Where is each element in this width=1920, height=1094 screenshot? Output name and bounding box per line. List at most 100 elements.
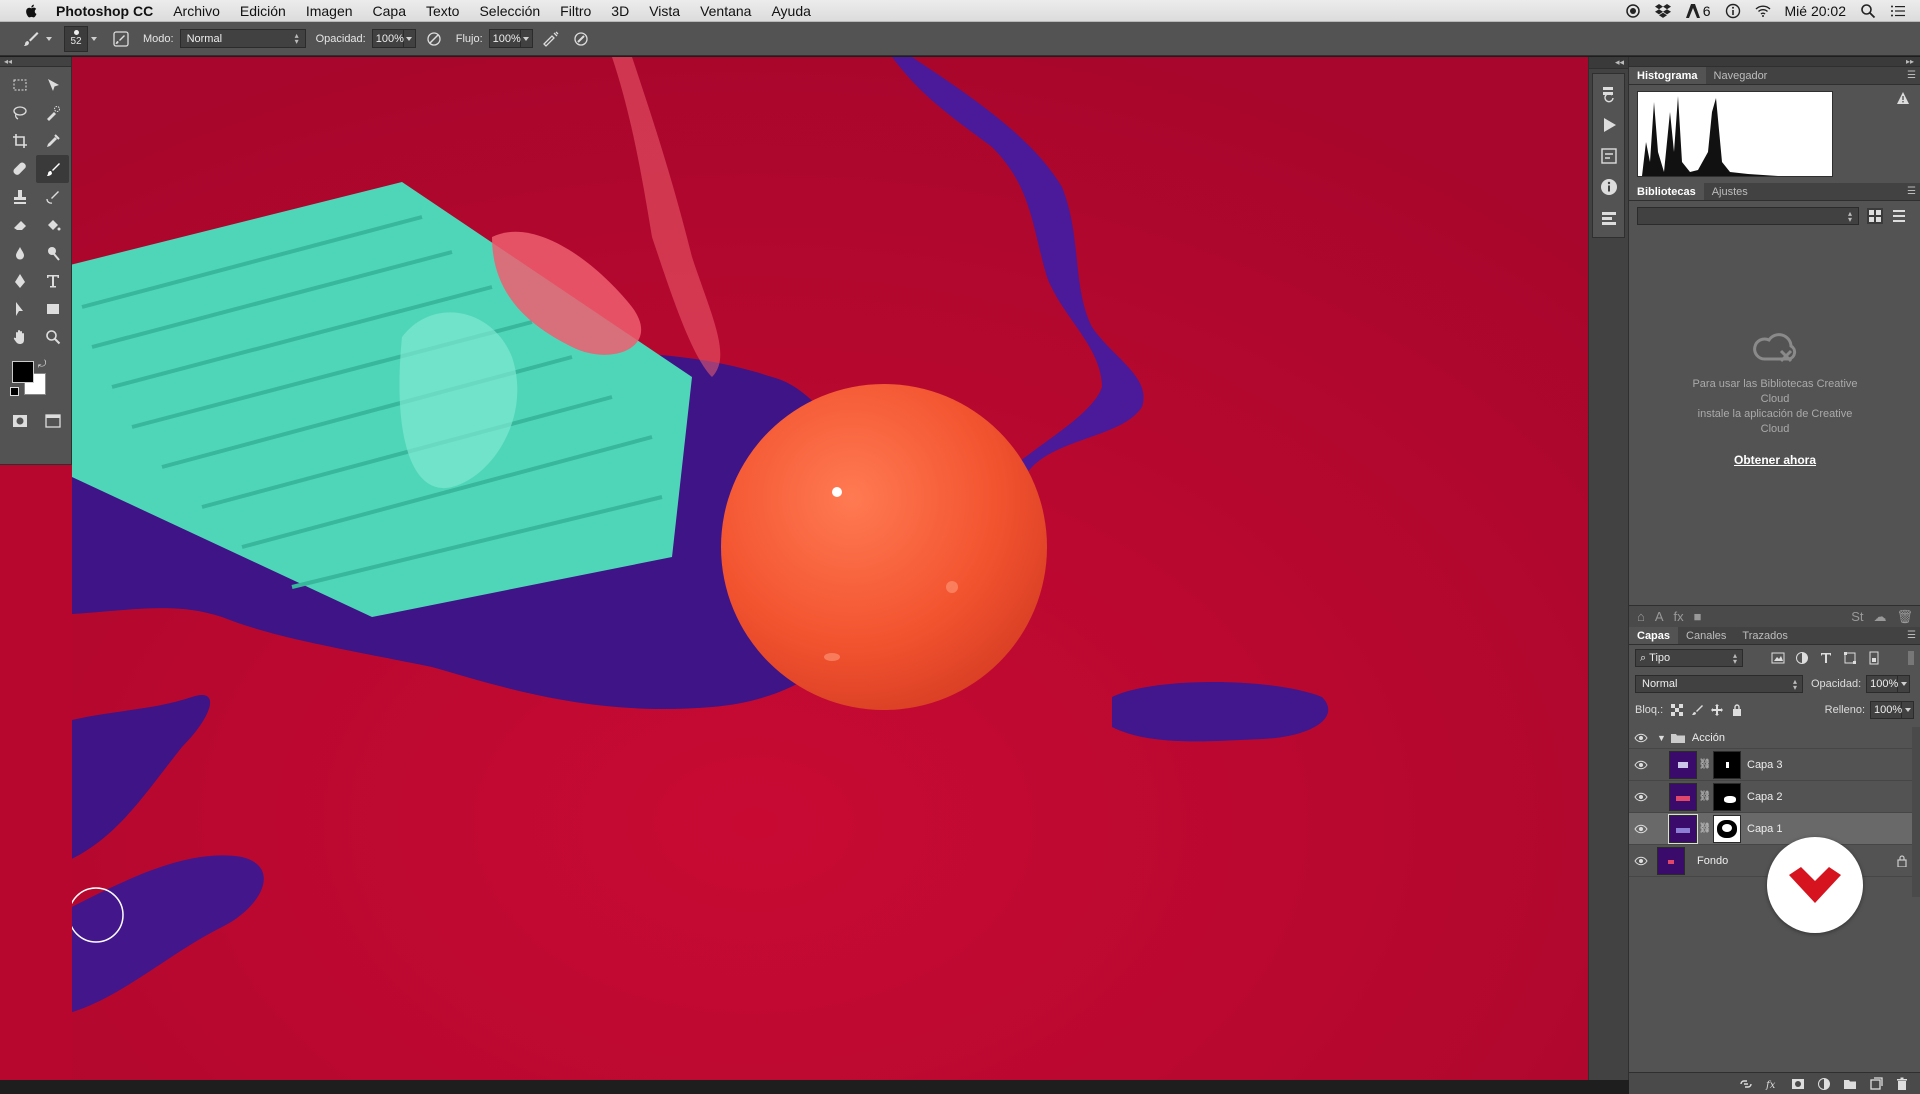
visibility-eye-icon[interactable] bbox=[1629, 792, 1653, 802]
visibility-eye-icon[interactable] bbox=[1629, 856, 1653, 866]
quick-selection-tool[interactable] bbox=[36, 99, 69, 127]
foreground-color-swatch[interactable] bbox=[12, 361, 34, 383]
fill-slider-toggle[interactable] bbox=[1902, 701, 1914, 719]
layer-row-capa-3[interactable]: ⛓ Capa 3 bbox=[1629, 749, 1920, 781]
type-tool[interactable] bbox=[36, 267, 69, 295]
library-select[interactable]: ▴ ▾ bbox=[1637, 207, 1859, 225]
record-icon[interactable] bbox=[1625, 3, 1641, 19]
add-color-icon[interactable]: ■ bbox=[1694, 609, 1702, 624]
apple-icon[interactable] bbox=[20, 4, 42, 18]
layer-thumbnail[interactable] bbox=[1669, 750, 1697, 779]
zoom-tool[interactable] bbox=[36, 323, 69, 351]
menu-texto[interactable]: Texto bbox=[426, 3, 459, 19]
layer-row-capa-1[interactable]: ⛓ Capa 1 bbox=[1629, 813, 1920, 845]
panel-dock-grip[interactable]: ▸▸ bbox=[1629, 57, 1920, 67]
menu-ayuda[interactable]: Ayuda bbox=[771, 3, 810, 19]
airbrush-button[interactable] bbox=[539, 27, 563, 51]
adobe-cc-status[interactable]: 6 bbox=[1685, 3, 1711, 19]
tab-histograma[interactable]: Histograma bbox=[1629, 67, 1706, 84]
visibility-eye-icon[interactable] bbox=[1629, 760, 1653, 770]
type-layer-filter-icon[interactable] bbox=[1819, 651, 1833, 665]
dodge-tool[interactable] bbox=[36, 239, 69, 267]
paint-bucket-tool[interactable] bbox=[36, 211, 69, 239]
screen-mode-toggle[interactable] bbox=[36, 407, 69, 435]
link-chain-icon[interactable]: ⛓ bbox=[1699, 791, 1712, 802]
brush-tool[interactable] bbox=[36, 155, 69, 183]
layer-row-capa-2[interactable]: ⛓ Capa 2 bbox=[1629, 781, 1920, 813]
clone-stamp-tool[interactable] bbox=[3, 183, 36, 211]
layer-thumbnail[interactable] bbox=[1669, 782, 1697, 811]
menu-3d[interactable]: 3D bbox=[611, 3, 629, 19]
mode-select[interactable]: Normal ▴ ▾ bbox=[179, 29, 306, 48]
sync-icon[interactable]: ☁ bbox=[1873, 609, 1886, 625]
link-chain-icon[interactable]: ⛓ bbox=[1699, 823, 1712, 834]
actions-panel-button[interactable] bbox=[1593, 109, 1624, 140]
panel-menu-icon[interactable]: ☰ bbox=[1907, 630, 1916, 641]
visibility-eye-icon[interactable] bbox=[1629, 824, 1653, 834]
new-adjustment-layer-icon[interactable] bbox=[1817, 1077, 1831, 1091]
layer-opacity-input[interactable]: 100% bbox=[1866, 675, 1898, 693]
warning-icon[interactable] bbox=[1896, 91, 1910, 105]
layer-mask-thumbnail[interactable] bbox=[1713, 750, 1741, 779]
add-character-style-icon[interactable]: A bbox=[1655, 609, 1664, 624]
flow-input[interactable]: 100% bbox=[488, 29, 521, 48]
hand-tool[interactable] bbox=[3, 323, 36, 351]
new-group-icon[interactable] bbox=[1843, 1077, 1857, 1091]
group-expand-triangle-icon[interactable]: ▼ bbox=[1657, 733, 1666, 743]
panel-menu-icon[interactable]: ☰ bbox=[1907, 70, 1916, 81]
document-canvas[interactable] bbox=[72, 57, 1588, 1080]
layer-kind-filter[interactable]: ⌕ Tipo ▴ ▾ bbox=[1635, 649, 1743, 667]
menu-capa[interactable]: Capa bbox=[373, 3, 406, 19]
clock[interactable]: Mié 20:02 bbox=[1785, 3, 1846, 19]
tool-preset-picker[interactable] bbox=[22, 30, 52, 48]
spotlight-search-icon[interactable] bbox=[1860, 3, 1876, 19]
history-panel-button[interactable] bbox=[1593, 78, 1624, 109]
dropbox-icon[interactable] bbox=[1654, 3, 1671, 19]
pixel-layer-filter-icon[interactable] bbox=[1771, 651, 1785, 665]
link-chain-icon[interactable]: ⛓ bbox=[1699, 759, 1712, 770]
flow-slider-toggle[interactable] bbox=[520, 29, 533, 48]
eraser-tool[interactable] bbox=[3, 211, 36, 239]
brush-size-chevron-icon[interactable] bbox=[91, 36, 97, 41]
tab-bibliotecas[interactable]: Bibliotecas bbox=[1629, 183, 1704, 200]
layer-mask-thumbnail[interactable] bbox=[1713, 782, 1741, 811]
menu-app-name[interactable]: Photoshop CC bbox=[56, 3, 153, 19]
menu-edicion[interactable]: Edición bbox=[240, 3, 286, 19]
add-graphic-icon[interactable]: ⌂ bbox=[1637, 609, 1645, 624]
lock-all-icon[interactable] bbox=[1731, 704, 1743, 716]
lasso-tool[interactable] bbox=[3, 99, 36, 127]
delete-layer-trash-icon[interactable] bbox=[1895, 1077, 1909, 1091]
tab-navegador[interactable]: Navegador bbox=[1706, 67, 1776, 84]
layer-opacity-slider-toggle[interactable] bbox=[1898, 675, 1911, 693]
tools-panel-grip[interactable]: ◂◂ bbox=[0, 57, 71, 67]
opacity-slider-toggle[interactable] bbox=[403, 29, 416, 48]
lock-transparent-icon[interactable] bbox=[1671, 704, 1684, 716]
add-mask-icon[interactable] bbox=[1791, 1077, 1805, 1091]
info-panel-button[interactable] bbox=[1593, 171, 1624, 202]
layer-style-fx-icon[interactable]: fx bbox=[1765, 1077, 1779, 1091]
collapse-strip-grip[interactable]: ◂◂ bbox=[1589, 57, 1628, 69]
notification-center-icon[interactable] bbox=[1890, 3, 1906, 19]
fill-input[interactable]: 100% bbox=[1870, 701, 1902, 719]
properties-panel-button[interactable] bbox=[1593, 140, 1624, 171]
healing-brush-tool[interactable] bbox=[3, 155, 36, 183]
tab-trazados[interactable]: Trazados bbox=[1734, 627, 1795, 644]
smart-object-filter-icon[interactable] bbox=[1867, 651, 1881, 665]
trash-icon[interactable]: 🗑 bbox=[1896, 609, 1913, 625]
crop-tool[interactable] bbox=[3, 127, 36, 155]
pen-tool[interactable] bbox=[3, 267, 36, 295]
quick-mask-toggle[interactable] bbox=[3, 407, 36, 435]
menu-filtro[interactable]: Filtro bbox=[560, 3, 591, 19]
list-view-button[interactable] bbox=[1891, 208, 1907, 224]
layer-thumbnail[interactable] bbox=[1657, 846, 1685, 875]
filter-toggle-switch[interactable] bbox=[1908, 651, 1914, 665]
pressure-size-button[interactable] bbox=[569, 27, 593, 51]
menu-archivo[interactable]: Archivo bbox=[173, 3, 220, 19]
info-icon[interactable] bbox=[1725, 3, 1741, 19]
visibility-eye-icon[interactable] bbox=[1629, 733, 1653, 743]
rectangle-tool[interactable] bbox=[36, 295, 69, 323]
layer-comps-panel-button[interactable] bbox=[1593, 202, 1624, 233]
stock-icon[interactable]: St bbox=[1851, 609, 1863, 624]
blur-tool[interactable] bbox=[3, 239, 36, 267]
get-creative-cloud-link[interactable]: Obtener ahora bbox=[1629, 453, 1920, 468]
